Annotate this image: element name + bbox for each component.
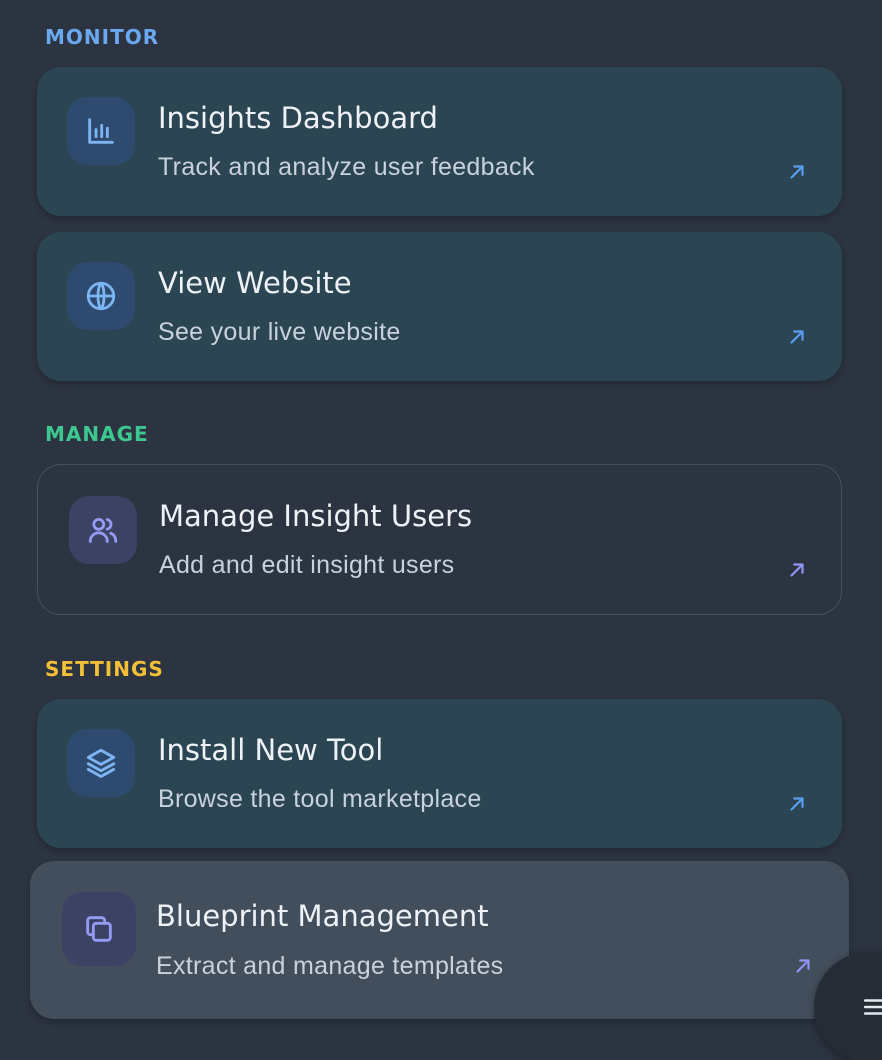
section-label-monitor: MONITOR <box>45 25 160 49</box>
copy-icon <box>62 892 136 966</box>
card-blueprint-management[interactable]: Blueprint Management Extract and manage … <box>30 861 849 1019</box>
card-manage-insight-users[interactable]: Manage Insight Users Add and edit insigh… <box>37 464 842 615</box>
external-arrow-icon <box>792 955 814 977</box>
card-insights-dashboard[interactable]: Insights Dashboard Track and analyze use… <box>37 67 842 216</box>
card-view-website[interactable]: View Website See your live website <box>37 232 842 381</box>
section-label-manage: MANAGE <box>45 422 149 446</box>
card-title: Insights Dashboard <box>158 101 438 135</box>
card-title: Install New Tool <box>158 733 384 767</box>
quick-links-panel: MONITOR Insights Dashboard Track and ana… <box>0 0 882 1060</box>
card-title: View Website <box>158 266 352 300</box>
globe-icon <box>67 262 135 330</box>
users-icon <box>69 496 137 564</box>
card-description: Add and edit insight users <box>159 551 455 579</box>
bar-chart-icon <box>67 97 135 165</box>
card-title: Manage Insight Users <box>159 499 473 533</box>
card-description: Extract and manage templates <box>156 952 504 980</box>
card-description: See your live website <box>158 318 401 346</box>
section-label-settings: SETTINGS <box>45 657 164 681</box>
card-description: Track and analyze user feedback <box>158 153 535 181</box>
layers-icon <box>67 729 135 797</box>
card-description: Browse the tool marketplace <box>158 785 482 813</box>
external-arrow-icon <box>786 559 808 581</box>
card-title: Blueprint Management <box>156 899 489 933</box>
external-arrow-icon <box>786 161 808 183</box>
menu-icon <box>863 999 882 1015</box>
external-arrow-icon <box>786 326 808 348</box>
external-arrow-icon <box>786 793 808 815</box>
card-install-new-tool[interactable]: Install New Tool Browse the tool marketp… <box>37 699 842 848</box>
